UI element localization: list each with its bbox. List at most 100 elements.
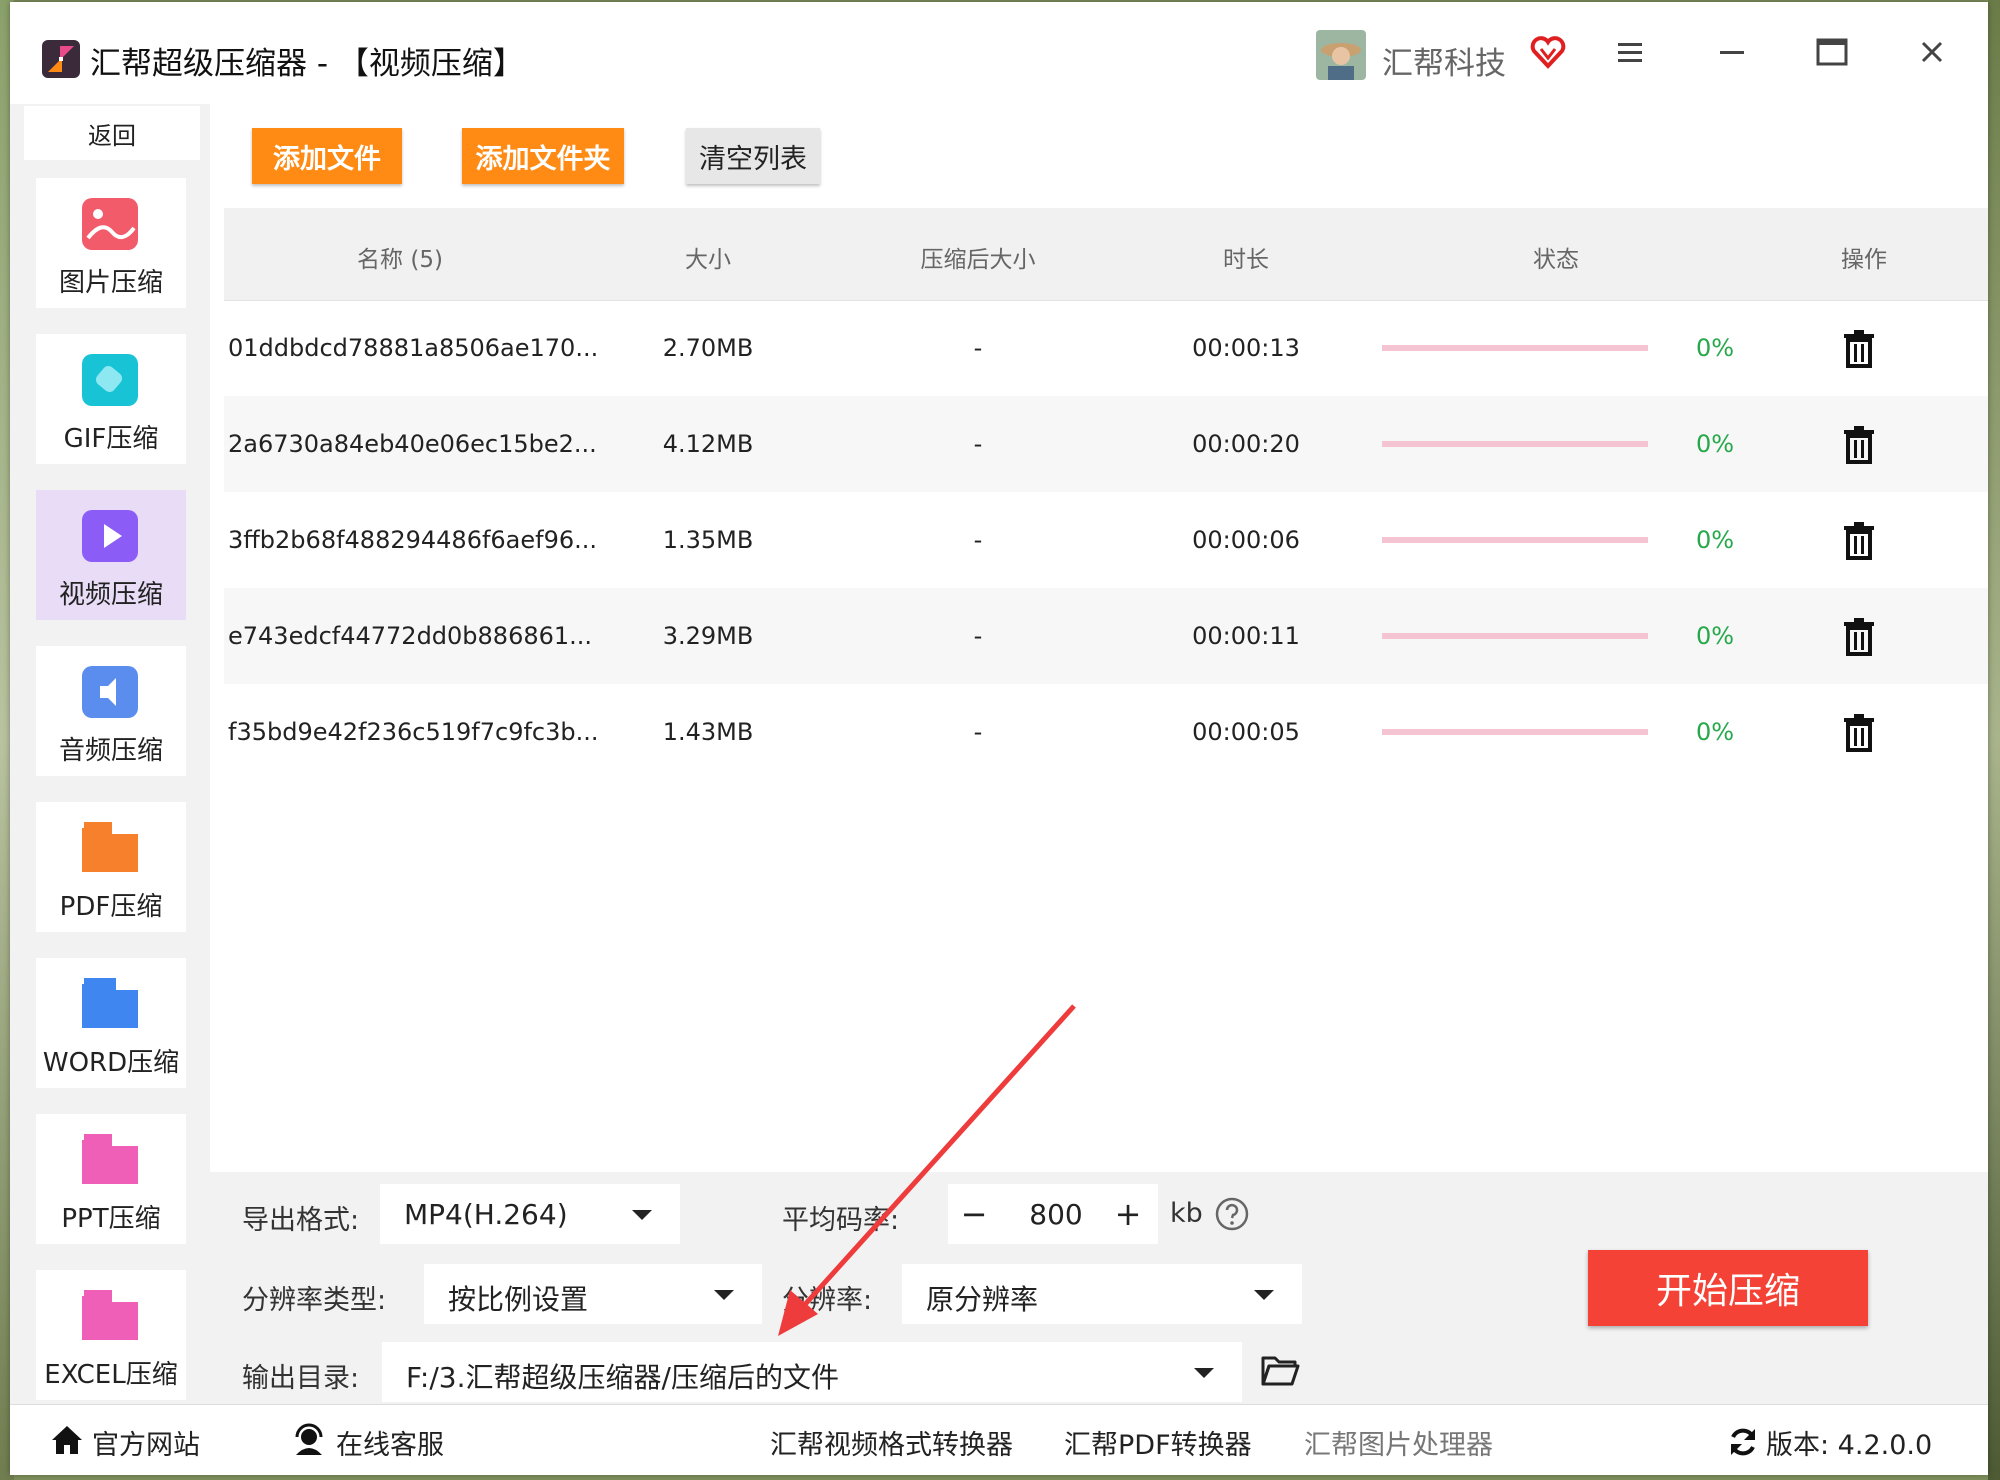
- sidebar-item-label: PDF压缩: [59, 892, 163, 922]
- resolution-type-select[interactable]: 按比例设置: [424, 1264, 762, 1324]
- table-row[interactable]: f35bd9e42f236c519f7c9fc3b... 1.43MB - 00…: [224, 684, 1988, 780]
- sidebar-item-label: 视频压缩: [58, 580, 163, 610]
- minimize-icon[interactable]: [1712, 32, 1752, 72]
- column-header-compressed-size[interactable]: 压缩后大小: [921, 240, 1036, 274]
- file-size: 1.43MB: [662, 718, 754, 746]
- compressed-size: -: [973, 526, 983, 554]
- chevron-down-icon: [714, 1290, 734, 1300]
- maximize-icon[interactable]: [1812, 32, 1852, 72]
- table-header: 名称 (5) 大小 压缩后大小 时长 状态 操作: [224, 208, 1988, 301]
- delete-icon[interactable]: [1840, 616, 1878, 656]
- sidebar-item-label: 音频压缩: [58, 736, 163, 766]
- official-website-link[interactable]: 官方网站: [92, 1423, 200, 1462]
- compressed-size: -: [973, 430, 983, 458]
- customer-service-icon: [295, 1423, 323, 1455]
- gif-icon: [82, 354, 138, 406]
- refresh-icon[interactable]: [1726, 1425, 1760, 1459]
- delete-icon[interactable]: [1840, 712, 1878, 752]
- file-duration: 00:00:20: [1192, 430, 1300, 458]
- column-header-size[interactable]: 大小: [685, 240, 731, 274]
- progress-percent: 0%: [1696, 526, 1735, 554]
- delete-icon[interactable]: [1840, 520, 1878, 560]
- sidebar-item-word-compress[interactable]: WORD压缩: [36, 958, 186, 1088]
- compression-settings: 导出格式: MP4(H.264) 平均码率: − 800 + kb 分辨率类型:…: [210, 1172, 1988, 1404]
- avatar-image-icon: [1316, 30, 1366, 80]
- sidebar-item-ppt-compress[interactable]: PPT压缩: [36, 1114, 186, 1244]
- add-file-button[interactable]: 添加文件: [252, 128, 402, 184]
- progress-percent: 0%: [1696, 718, 1735, 746]
- sidebar-item-image-compress[interactable]: 图片压缩: [36, 178, 186, 308]
- increment-button[interactable]: +: [1108, 1192, 1148, 1236]
- column-header-name[interactable]: 名称 (5): [357, 240, 443, 274]
- column-header-actions: 操作: [1841, 247, 1887, 273]
- online-support-link[interactable]: 在线客服: [336, 1423, 444, 1462]
- bitrate-stepper: − 800 +: [948, 1184, 1158, 1244]
- clear-list-button[interactable]: 清空列表: [686, 128, 820, 184]
- table-row[interactable]: 01ddbdcd78881a8506ae170... 2.70MB - 00:0…: [224, 300, 1988, 396]
- column-header-duration[interactable]: 时长: [1223, 240, 1269, 274]
- column-header-status: 状态: [1533, 247, 1579, 273]
- user-avatar[interactable]: [1316, 30, 1366, 80]
- progress-bar: [1382, 633, 1648, 639]
- sidebar-item-gif-compress[interactable]: GIF压缩: [36, 334, 186, 464]
- sidebar-item-label: GIF压缩: [63, 424, 159, 454]
- table-row[interactable]: e743edcf44772dd0b886861... 3.29MB - 00:0…: [224, 588, 1988, 684]
- folder-open-icon[interactable]: [1260, 1352, 1300, 1388]
- audio-icon: [82, 666, 138, 718]
- file-duration: 00:00:13: [1192, 334, 1300, 362]
- resolution-value: 原分辨率: [926, 1283, 1039, 1316]
- app-window: 汇帮超级压缩器 - 【视频压缩】 汇帮科技 返回 图片压缩 GIF压缩 视频压缩…: [10, 2, 1988, 1475]
- menu-icon[interactable]: [1610, 32, 1650, 72]
- pdf-converter-link[interactable]: 汇帮PDF转换器: [1064, 1423, 1252, 1462]
- help-icon[interactable]: [1214, 1196, 1250, 1232]
- progress-bar: [1382, 441, 1648, 447]
- format-select[interactable]: MP4(H.264): [380, 1184, 680, 1244]
- vip-heart-icon[interactable]: [1530, 34, 1566, 70]
- video-play-icon: [82, 510, 138, 562]
- add-folder-button[interactable]: 添加文件夹: [462, 128, 624, 184]
- sidebar-item-label: 图片压缩: [58, 268, 163, 298]
- sidebar-item-excel-compress[interactable]: EXCEL压缩: [36, 1270, 186, 1400]
- file-name: 2a6730a84eb40e06ec15be2...: [228, 430, 597, 458]
- sidebar-item-label: WORD压缩: [42, 1048, 180, 1078]
- title-bar[interactable]: 汇帮超级压缩器 - 【视频压缩】 汇帮科技: [10, 2, 1988, 105]
- sidebar: 返回 图片压缩 GIF压缩 视频压缩 音频压缩 PDF压缩 WORD压缩 PPT…: [10, 104, 210, 1404]
- file-name: e743edcf44772dd0b886861...: [228, 622, 593, 650]
- sidebar-item-audio-compress[interactable]: 音频压缩: [36, 646, 186, 776]
- sidebar-item-label: PPT压缩: [61, 1204, 161, 1234]
- user-name[interactable]: 汇帮科技: [1382, 38, 1506, 83]
- desktop-background-right: [1988, 0, 2000, 1480]
- output-dir-value: F:/3.汇帮超级压缩器/压缩后的文件: [406, 1361, 839, 1394]
- sidebar-item-pdf-compress[interactable]: PDF压缩: [36, 802, 186, 932]
- delete-icon[interactable]: [1840, 328, 1878, 368]
- table-row[interactable]: 2a6730a84eb40e06ec15be2... 4.12MB - 00:0…: [224, 396, 1988, 492]
- progress-percent: 0%: [1696, 430, 1735, 458]
- output-dir-label: 输出目录:: [242, 1363, 360, 1394]
- file-size: 2.70MB: [662, 334, 754, 362]
- format-label: 导出格式:: [242, 1205, 360, 1236]
- video-converter-link[interactable]: 汇帮视频格式转换器: [770, 1423, 1013, 1462]
- file-name: f35bd9e42f236c519f7c9fc3b...: [228, 718, 599, 746]
- progress-bar: [1382, 345, 1648, 351]
- file-duration: 00:00:11: [1192, 622, 1300, 650]
- output-dir-select[interactable]: F:/3.汇帮超级压缩器/压缩后的文件: [382, 1342, 1242, 1402]
- back-button[interactable]: 返回: [24, 106, 200, 160]
- compressed-size: -: [973, 622, 983, 650]
- resolution-label: 分辨率:: [782, 1285, 873, 1316]
- table-row[interactable]: 3ffb2b68f488294486f6aef96... 1.35MB - 00…: [224, 492, 1988, 588]
- bitrate-value[interactable]: 800: [1018, 1198, 1094, 1231]
- version-label: 版本: 4.2.0.0: [1766, 1430, 1933, 1461]
- resolution-select[interactable]: 原分辨率: [902, 1264, 1302, 1324]
- start-compress-button[interactable]: 开始压缩: [1588, 1250, 1868, 1326]
- window-title: 汇帮超级压缩器 - 【视频压缩】: [90, 46, 524, 82]
- close-icon[interactable]: [1912, 32, 1952, 72]
- sidebar-item-video-compress[interactable]: 视频压缩: [36, 490, 186, 620]
- image-icon: [82, 198, 138, 250]
- delete-icon[interactable]: [1840, 424, 1878, 464]
- file-duration: 00:00:06: [1192, 526, 1300, 554]
- image-processor-link[interactable]: 汇帮图片处理器: [1304, 1423, 1493, 1462]
- progress-bar: [1382, 729, 1648, 735]
- progress-bar: [1382, 537, 1648, 543]
- decrement-button[interactable]: −: [954, 1192, 994, 1236]
- file-name: 01ddbdcd78881a8506ae170...: [228, 334, 599, 362]
